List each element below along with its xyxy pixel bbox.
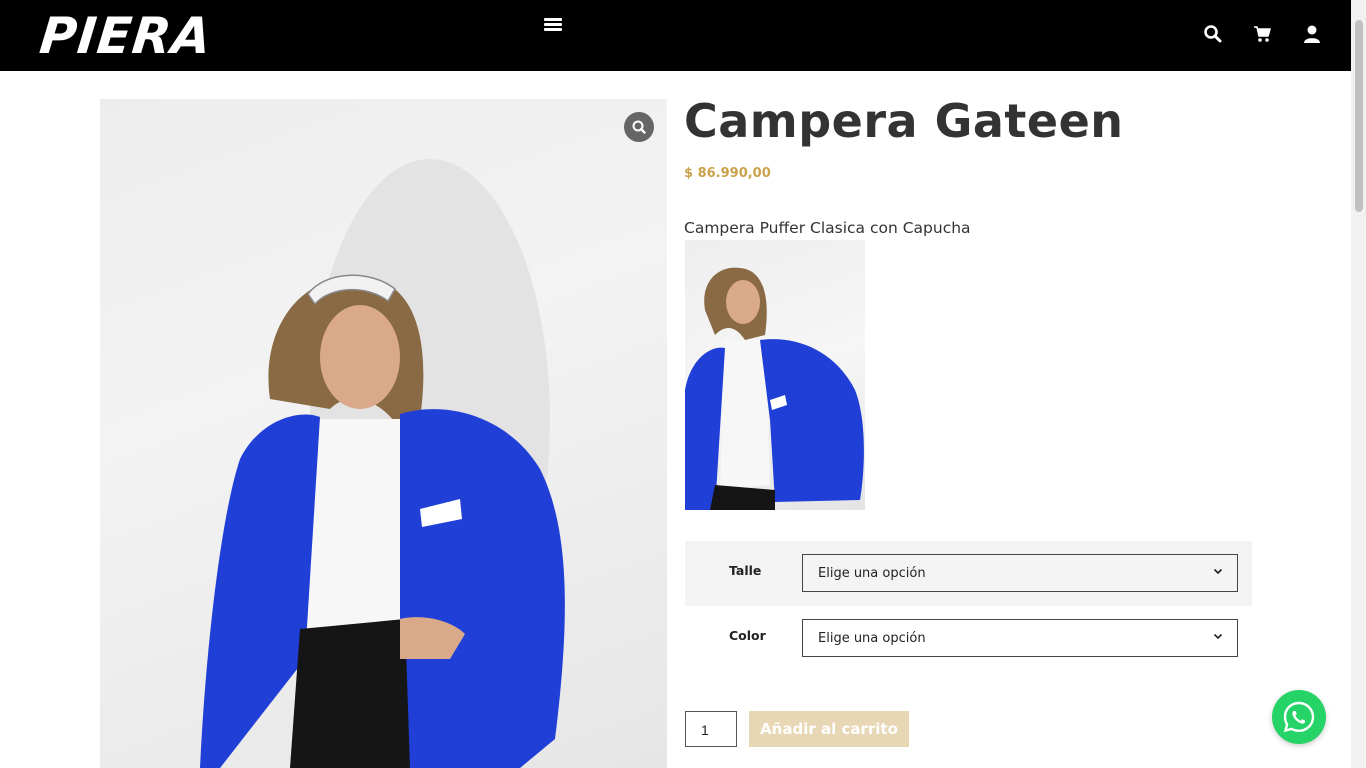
site-logo[interactable]: PIERA bbox=[37, 7, 215, 65]
menu-icon[interactable] bbox=[544, 16, 564, 32]
product-price: $ 86.990,00 bbox=[684, 166, 771, 181]
search-icon[interactable] bbox=[1203, 24, 1225, 46]
whatsapp-icon bbox=[1283, 701, 1315, 733]
site-header: PIERA bbox=[0, 0, 1351, 71]
chevron-down-icon bbox=[1213, 633, 1223, 640]
talle-select[interactable]: Elige una opción bbox=[802, 554, 1238, 592]
product-description: Campera Puffer Clasica con Capucha bbox=[684, 219, 971, 237]
talle-select-value: Elige una opción bbox=[818, 566, 926, 581]
user-icon[interactable] bbox=[1302, 24, 1324, 46]
variation-row-talle: Talle Elige una opción bbox=[685, 541, 1252, 606]
zoom-button[interactable] bbox=[624, 112, 654, 142]
page-scrollbar[interactable] bbox=[1351, 0, 1366, 768]
talle-label: Talle bbox=[729, 563, 762, 578]
color-label: Color bbox=[729, 628, 766, 643]
scrollbar-thumb[interactable] bbox=[1355, 20, 1363, 212]
product-main-image[interactable] bbox=[100, 99, 667, 768]
variation-row-color: Color Elige una opción bbox=[685, 606, 1252, 671]
color-select-value: Elige una opción bbox=[818, 631, 926, 646]
quantity-input[interactable]: 1 bbox=[685, 711, 737, 747]
cart-icon[interactable] bbox=[1253, 24, 1275, 46]
color-select[interactable]: Elige una opción bbox=[802, 619, 1238, 657]
whatsapp-button[interactable] bbox=[1272, 690, 1326, 744]
product-title: Campera Gateen bbox=[684, 94, 1124, 148]
add-to-cart-button[interactable]: Añadir al carrito bbox=[749, 711, 909, 747]
chevron-down-icon bbox=[1213, 568, 1223, 575]
description-image bbox=[685, 240, 865, 510]
zoom-icon bbox=[632, 120, 646, 134]
